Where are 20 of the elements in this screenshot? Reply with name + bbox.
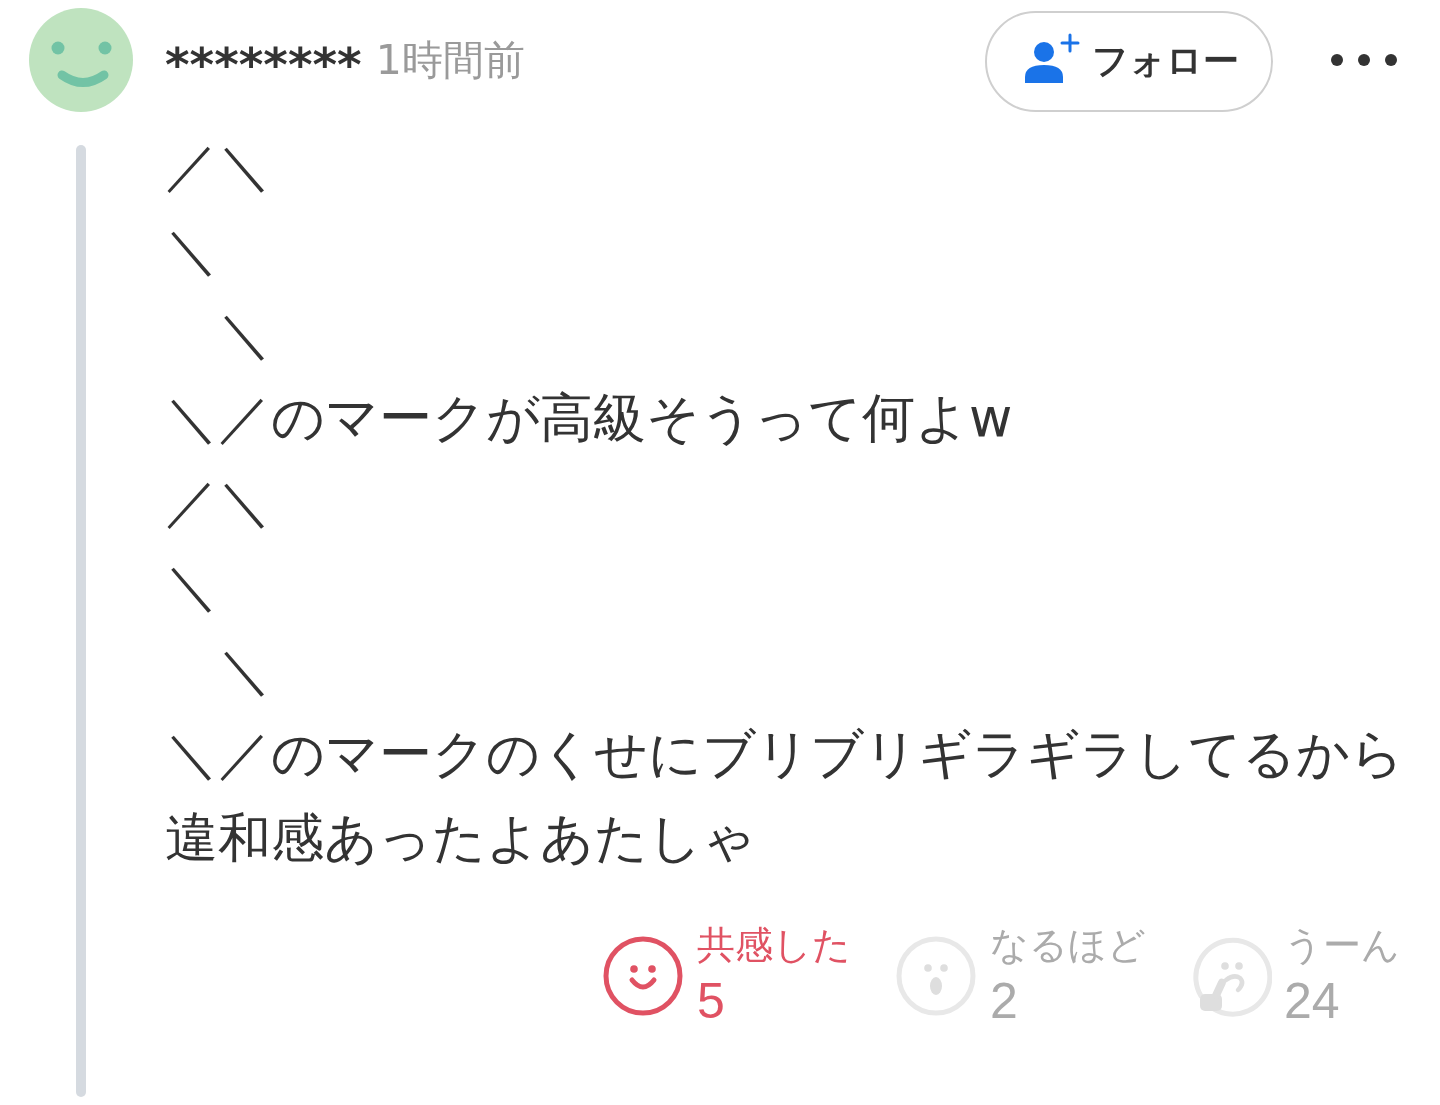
comment-line: ＼／のマークのくせにブリブリギラギラしてるから違和感あったよあたしゃ: [165, 722, 1405, 870]
reaction-button[interactable]: 共感した 5: [601, 920, 852, 1032]
person-plus-icon: [1023, 33, 1080, 83]
comment-line: ／＼: [165, 134, 271, 198]
reaction-button[interactable]: うーん 24: [1188, 920, 1400, 1032]
surprised-face-icon: [894, 934, 978, 1018]
author-name: ********: [165, 35, 362, 92]
smiley-face-icon: [601, 934, 685, 1018]
comment-line: ＼: [165, 554, 218, 618]
reaction-button[interactable]: なるほど 2: [894, 920, 1146, 1032]
comment-line: ／＼: [165, 470, 271, 534]
more-button[interactable]: [1330, 53, 1398, 67]
post-time: 1時間前: [375, 34, 525, 86]
comment-line: ＼: [165, 218, 218, 282]
comment-line: ＼: [217, 638, 271, 702]
follow-button[interactable]: フォロー: [985, 10, 1273, 112]
avatar-icon: [29, 8, 133, 112]
more-icon: [1330, 53, 1398, 67]
comment-line: ＼／のマークが高級そうって何よw: [165, 386, 1013, 450]
comment-line: ＼: [217, 302, 271, 366]
